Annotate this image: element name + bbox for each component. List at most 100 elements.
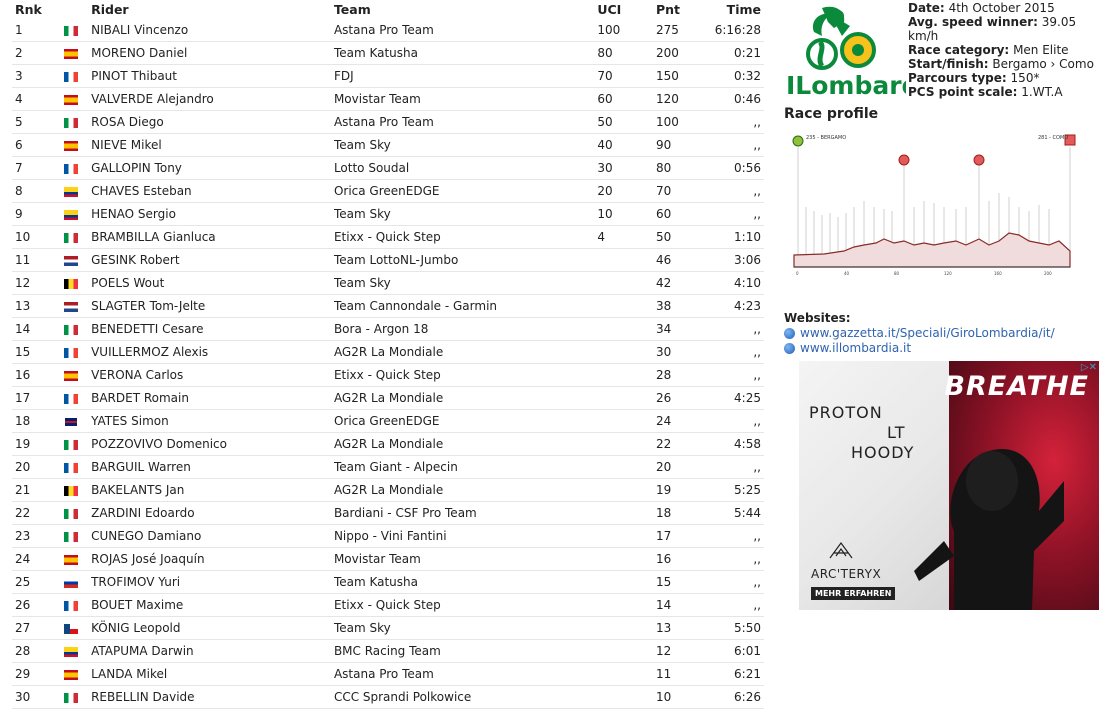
rank-cell: 25 bbox=[12, 570, 61, 594]
rank-cell: 9 bbox=[12, 202, 61, 226]
team-name-link[interactable]: Etixx - Quick Step bbox=[330, 363, 595, 387]
rider-name-link[interactable]: NIBALI Vincenzo bbox=[88, 19, 331, 42]
time-gap-cell: 3:06 bbox=[711, 248, 764, 272]
team-name-link[interactable]: Team Katusha bbox=[330, 41, 595, 65]
team-name-link[interactable]: AG2R La Mondiale bbox=[330, 386, 595, 410]
team-name-link[interactable]: Astana Pro Team bbox=[330, 110, 595, 134]
rank-cell: 12 bbox=[12, 271, 61, 295]
team-name-link[interactable]: Team Katusha bbox=[330, 570, 595, 594]
rider-name-link[interactable]: GALLOPIN Tony bbox=[88, 156, 331, 180]
team-name-link[interactable]: Team Sky bbox=[330, 271, 595, 295]
race-info-label: Start/finish: bbox=[908, 57, 989, 71]
team-name-link[interactable]: Etixx - Quick Step bbox=[330, 593, 595, 617]
rider-name-link[interactable]: POZZOVIVO Domenico bbox=[88, 432, 331, 456]
team-name-link[interactable]: Team Sky bbox=[330, 202, 595, 226]
pcs-points-cell: 15 bbox=[652, 570, 712, 594]
team-name-link[interactable]: Orica GreenEDGE bbox=[330, 409, 595, 433]
gb-flag-icon bbox=[63, 416, 78, 427]
header-pnt[interactable]: Pnt bbox=[653, 0, 712, 19]
flag-cell bbox=[60, 87, 89, 111]
pcs-points-cell: 14 bbox=[652, 593, 712, 617]
pcs-points-cell: 12 bbox=[652, 639, 712, 663]
header-rnk[interactable]: Rnk bbox=[12, 0, 61, 19]
adchoices-icon[interactable]: ▷✕ bbox=[1081, 362, 1097, 373]
rider-name-link[interactable]: POELS Wout bbox=[88, 271, 331, 295]
rider-name-link[interactable]: HENAO Sergio bbox=[88, 202, 331, 226]
rider-name-link[interactable]: NIEVE Mikel bbox=[88, 133, 331, 157]
uci-points-cell bbox=[594, 409, 653, 433]
header-rider[interactable]: Rider bbox=[88, 0, 331, 19]
website-link-gazzetta[interactable]: www.gazzetta.it/Speciali/GiroLombardia/i… bbox=[784, 326, 1055, 341]
rider-name-link[interactable]: CUNEGO Damiano bbox=[88, 524, 331, 548]
rank-cell: 3 bbox=[12, 64, 61, 88]
team-name-link[interactable]: Astana Pro Team bbox=[330, 662, 595, 686]
team-name-link[interactable]: Etixx - Quick Step bbox=[330, 225, 595, 249]
rider-name-link[interactable]: BRAMBILLA Gianluca bbox=[88, 225, 331, 249]
team-name-link[interactable]: Team Giant - Alpecin bbox=[330, 455, 595, 479]
rider-name-link[interactable]: MORENO Daniel bbox=[88, 41, 331, 65]
rider-name-link[interactable]: PINOT Thibaut bbox=[88, 64, 331, 88]
rider-name-link[interactable]: BOUET Maxime bbox=[88, 593, 331, 617]
uci-points-cell: 50 bbox=[594, 110, 653, 134]
race-info-line: Parcours type: 150* bbox=[908, 71, 1099, 85]
ad-cta-button[interactable]: MEHR ERFAHREN bbox=[811, 587, 896, 600]
header-uci[interactable]: UCI bbox=[594, 0, 653, 19]
race-logo[interactable]: ILombardia bbox=[784, 2, 945, 100]
team-name-link[interactable]: Bardiani - CSF Pro Team bbox=[330, 501, 595, 525]
rider-name-link[interactable]: BARGUIL Warren bbox=[88, 455, 331, 479]
rider-name-link[interactable]: BARDET Romain bbox=[88, 386, 331, 410]
header-team[interactable]: Team bbox=[331, 0, 594, 19]
ad-brand: ARC'TERYX bbox=[811, 567, 882, 581]
team-name-link[interactable]: Team Sky bbox=[330, 616, 595, 640]
header-time[interactable]: Time bbox=[712, 0, 764, 19]
rider-name-link[interactable]: KÖNIG Leopold bbox=[88, 616, 331, 640]
rider-name-link[interactable]: ROJAS José Joaquín bbox=[88, 547, 331, 571]
team-name-link[interactable]: Bora - Argon 18 bbox=[330, 317, 595, 341]
pcs-points-cell: 42 bbox=[652, 271, 712, 295]
race-profile-image[interactable]: 0 40 80 120 160 200 235 - BERGAMO 281 - COMO bbox=[784, 127, 1080, 280]
team-name-link[interactable]: Team Sky bbox=[330, 133, 595, 157]
team-name-link[interactable]: Movistar Team bbox=[330, 87, 595, 111]
pcs-points-cell: 19 bbox=[652, 478, 712, 502]
advertisement-banner[interactable]: BREATHE PROTON LT HOODY ARC'TERYX MEHR E… bbox=[799, 361, 1099, 610]
time-gap-cell: 0:32 bbox=[711, 64, 764, 88]
team-name-link[interactable]: Nippo - Vini Fantini bbox=[330, 524, 595, 548]
rider-name-link[interactable]: VERONA Carlos bbox=[88, 363, 331, 387]
nl-flag-icon bbox=[63, 301, 78, 312]
it-flag-icon bbox=[63, 439, 78, 450]
team-name-link[interactable]: FDJ bbox=[330, 64, 595, 88]
website-link-illombardia[interactable]: www.illombardia.it bbox=[784, 341, 1055, 356]
rider-name-link[interactable]: ZARDINI Edoardo bbox=[88, 501, 331, 525]
team-name-link[interactable]: AG2R La Mondiale bbox=[330, 478, 595, 502]
rider-name-link[interactable]: CHAVES Esteban bbox=[88, 179, 331, 203]
team-name-link[interactable]: AG2R La Mondiale bbox=[330, 432, 595, 456]
rider-name-link[interactable]: ROSA Diego bbox=[88, 110, 331, 134]
team-name-link[interactable]: Team Cannondale - Garmin bbox=[330, 294, 595, 318]
rider-name-link[interactable]: TROFIMOV Yuri bbox=[88, 570, 331, 594]
rider-name-link[interactable]: LANDA Mikel bbox=[88, 662, 331, 686]
rider-name-link[interactable]: VUILLERMOZ Alexis bbox=[88, 340, 331, 364]
team-name-link[interactable]: Movistar Team bbox=[330, 547, 595, 571]
pcs-points-cell: 26 bbox=[652, 386, 712, 410]
team-name-link[interactable]: AG2R La Mondiale bbox=[330, 340, 595, 364]
pcs-points-cell: 11 bbox=[652, 662, 712, 686]
rider-name-link[interactable]: REBELLIN Davide bbox=[88, 685, 331, 709]
rider-name-link[interactable]: BENEDETTI Cesare bbox=[88, 317, 331, 341]
team-name-link[interactable]: BMC Racing Team bbox=[330, 639, 595, 663]
team-name-link[interactable]: Astana Pro Team bbox=[330, 19, 595, 42]
team-name-link[interactable]: Team LottoNL-Jumbo bbox=[330, 248, 595, 272]
team-name-link[interactable]: Lotto Soudal bbox=[330, 156, 595, 180]
rider-name-link[interactable]: GESINK Robert bbox=[88, 248, 331, 272]
uci-points-cell: 70 bbox=[594, 64, 653, 88]
rank-cell: 30 bbox=[12, 685, 61, 709]
ad-product-line2: LT bbox=[887, 423, 906, 442]
table-row: 22 ZARDINI Edoardo Bardiani - CSF Pro Team… bbox=[12, 501, 764, 525]
team-name-link[interactable]: CCC Sprandi Polkowice bbox=[330, 685, 595, 709]
rider-name-link[interactable]: SLAGTER Tom-Jelte bbox=[88, 294, 331, 318]
rider-name-link[interactable]: ATAPUMA Darwin bbox=[88, 639, 331, 663]
team-name-link[interactable]: Orica GreenEDGE bbox=[330, 179, 595, 203]
rider-name-link[interactable]: VALVERDE Alejandro bbox=[88, 87, 331, 111]
rider-name-link[interactable]: BAKELANTS Jan bbox=[88, 478, 331, 502]
co-flag-icon bbox=[63, 209, 78, 220]
rider-name-link[interactable]: YATES Simon bbox=[88, 409, 331, 433]
